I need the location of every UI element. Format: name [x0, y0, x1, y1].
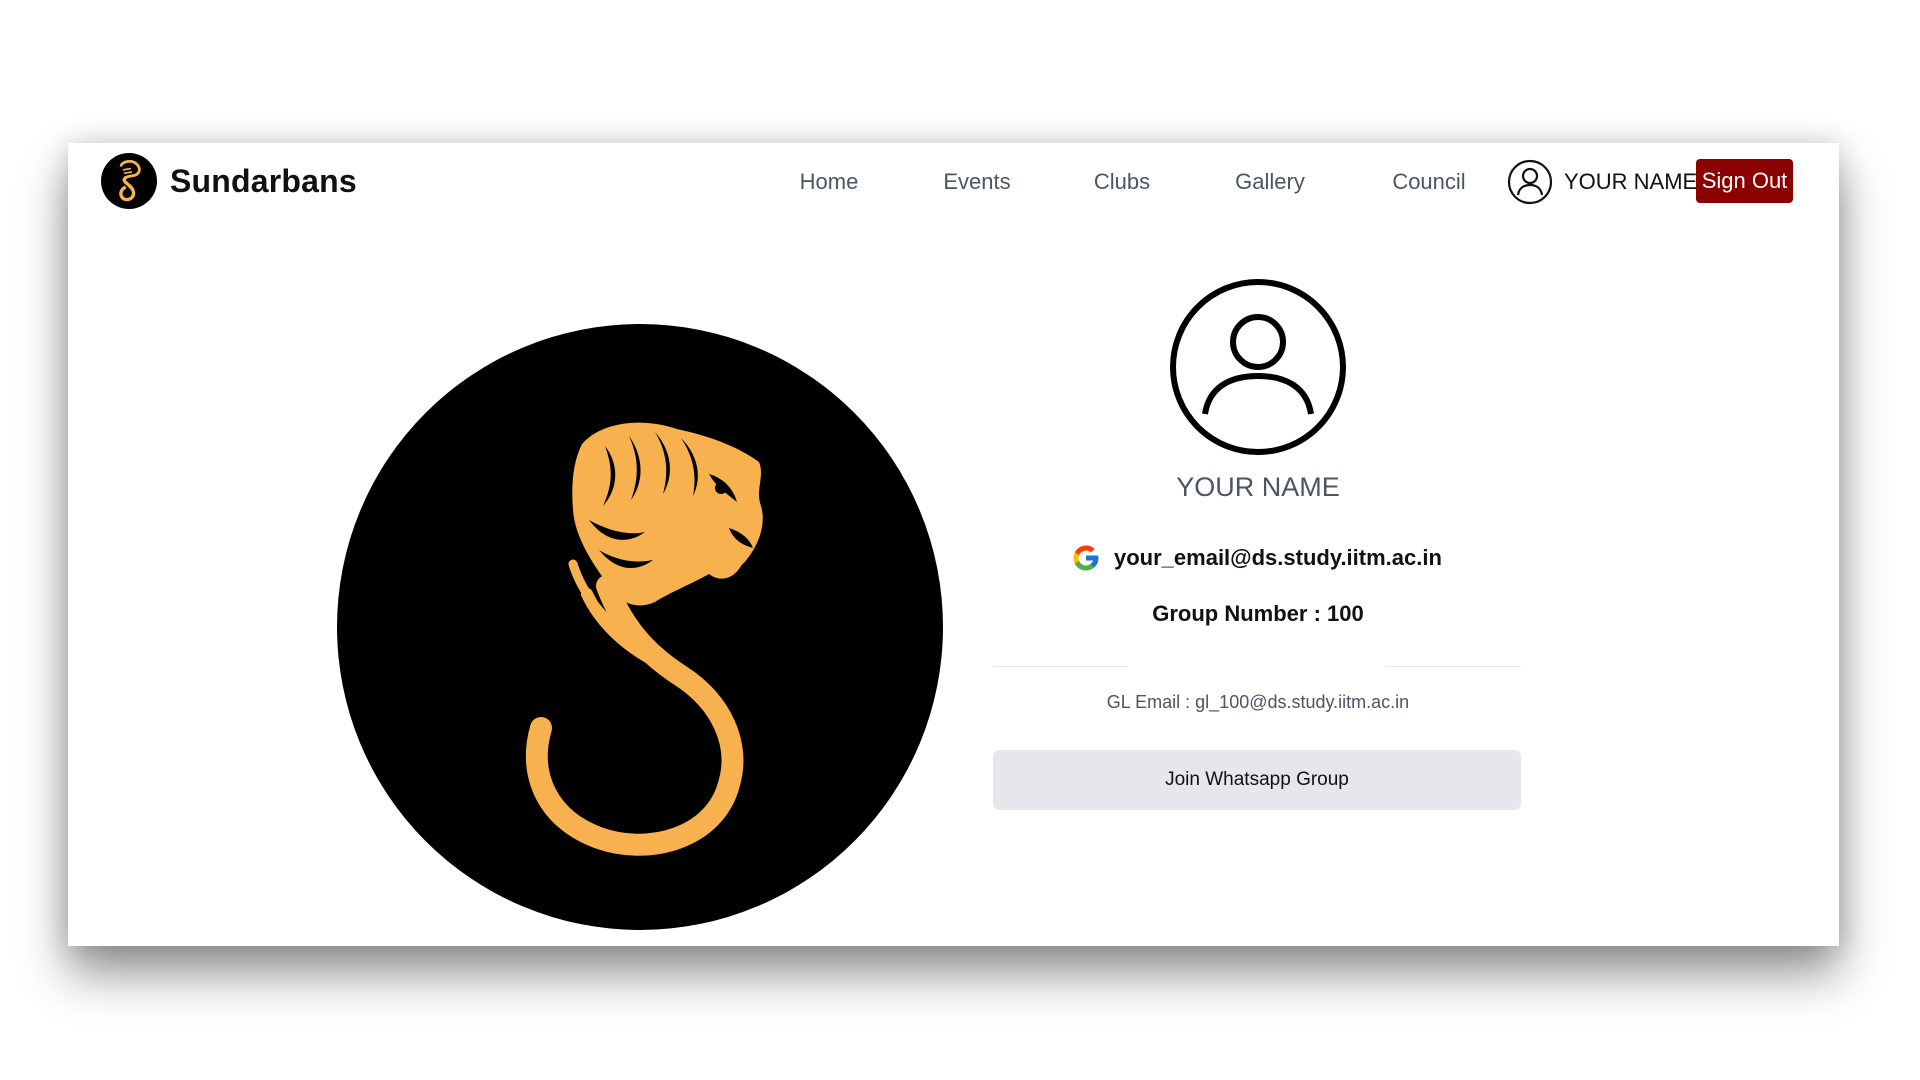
nav-link-home[interactable]: Home — [800, 169, 859, 195]
group-number: Group Number : 100 — [1152, 601, 1364, 627]
nav-link-gallery[interactable]: Gallery — [1235, 169, 1305, 195]
gl-email-value: gl_100@ds.study.iitm.ac.in — [1195, 692, 1410, 712]
divider-left — [993, 666, 1128, 667]
profile-name: YOUR NAME — [1176, 472, 1340, 502]
join-whatsapp-group-button[interactable]: Join Whatsapp Group — [993, 750, 1521, 810]
sundarbans-hero-logo — [337, 324, 943, 930]
profile-avatar-icon — [1167, 276, 1349, 458]
group-number-value: 100 — [1327, 601, 1364, 626]
email-row: your_email@ds.study.iitm.ac.in — [1071, 543, 1442, 573]
google-icon — [1071, 543, 1101, 573]
gl-email-label: GL Email : — [1106, 692, 1196, 712]
sign-out-button[interactable]: Sign Out — [1696, 159, 1793, 203]
brand-name: Sundarbans — [170, 162, 357, 199]
group-number-label: Group Number : — [1152, 601, 1328, 626]
nav-user-name: YOUR NAME — [1564, 169, 1698, 194]
brand[interactable]: Sundarbans — [101, 153, 357, 209]
nav-link-council[interactable]: Council — [1392, 169, 1465, 195]
divider-right — [1386, 666, 1521, 667]
profile-email: your_email@ds.study.iitm.ac.in — [1114, 545, 1442, 570]
gl-email: GL Email : gl_100@ds.study.iitm.ac.in — [1107, 692, 1409, 713]
nav-link-clubs[interactable]: Clubs — [1094, 169, 1150, 195]
nav-link-events[interactable]: Events — [943, 169, 1010, 195]
app-window: Sundarbans Home Events Clubs Gallery Cou… — [68, 143, 1839, 946]
user-circle-icon[interactable] — [1507, 159, 1553, 205]
sundarbans-logo-icon — [101, 153, 157, 209]
